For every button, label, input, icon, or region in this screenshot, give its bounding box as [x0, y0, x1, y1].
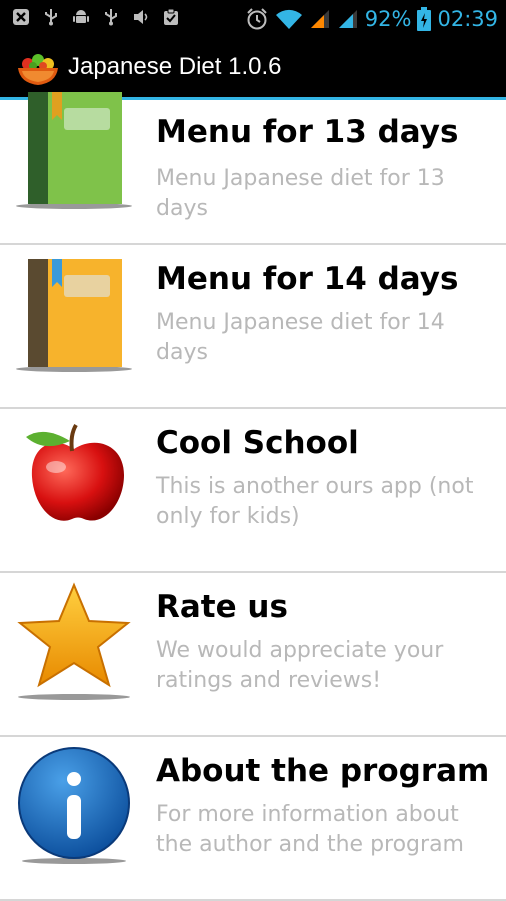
battery-percent: 92%	[364, 7, 412, 31]
item-subtitle: This is another ours app (not only for k…	[156, 474, 474, 529]
list-item-about-program[interactable]: About the program For more information a…	[0, 737, 506, 901]
cell-signal-blue-icon	[338, 10, 357, 28]
usb-icon	[105, 9, 117, 26]
item-title: Rate us	[156, 589, 288, 625]
notification-icon	[13, 9, 29, 25]
item-subtitle: Menu Japanese diet for 13 days	[156, 166, 445, 221]
info-icon	[18, 747, 130, 864]
star-icon	[17, 582, 131, 700]
item-title: Menu for 13 days	[156, 114, 459, 150]
apple-icon	[26, 423, 124, 521]
orange-book-icon	[16, 259, 132, 372]
app-title: Japanese Diet 1.0.6	[68, 53, 282, 80]
salad-bowl-icon[interactable]	[16, 51, 60, 87]
status-bar: 92% 02:39	[0, 0, 506, 38]
menu-list: Menu for 13 days Menu Japanese diet for …	[0, 92, 506, 901]
item-subtitle: Menu Japanese diet for 14 days	[156, 310, 445, 365]
volume-icon	[134, 10, 148, 24]
list-item-rate-us[interactable]: Rate us We would appreciate your ratings…	[0, 573, 506, 737]
cell-signal-orange-icon	[310, 10, 329, 28]
wifi-icon	[275, 9, 302, 29]
battery-icon	[417, 7, 432, 31]
list-item-menu-13-days[interactable]: Menu for 13 days Menu Japanese diet for …	[0, 92, 506, 245]
item-title: Menu for 14 days	[156, 261, 459, 297]
item-subtitle: For more information about the author an…	[156, 802, 464, 857]
clipboard-icon	[164, 8, 178, 25]
usb-icon	[45, 9, 57, 26]
list-item-cool-school[interactable]: Cool School This is another ours app (no…	[0, 409, 506, 573]
status-left-icons	[12, 8, 180, 26]
android-debug-icon	[73, 10, 89, 23]
alarm-icon	[247, 8, 267, 30]
status-right: 92% 02:39	[245, 4, 498, 34]
list-item-menu-14-days[interactable]: Menu for 14 days Menu Japanese diet for …	[0, 245, 506, 409]
clock: 02:39	[437, 7, 498, 31]
item-title: Cool School	[156, 425, 359, 461]
item-subtitle: We would appreciate your ratings and rev…	[156, 638, 444, 693]
item-title: About the program	[156, 753, 490, 789]
green-book-icon	[16, 92, 132, 209]
